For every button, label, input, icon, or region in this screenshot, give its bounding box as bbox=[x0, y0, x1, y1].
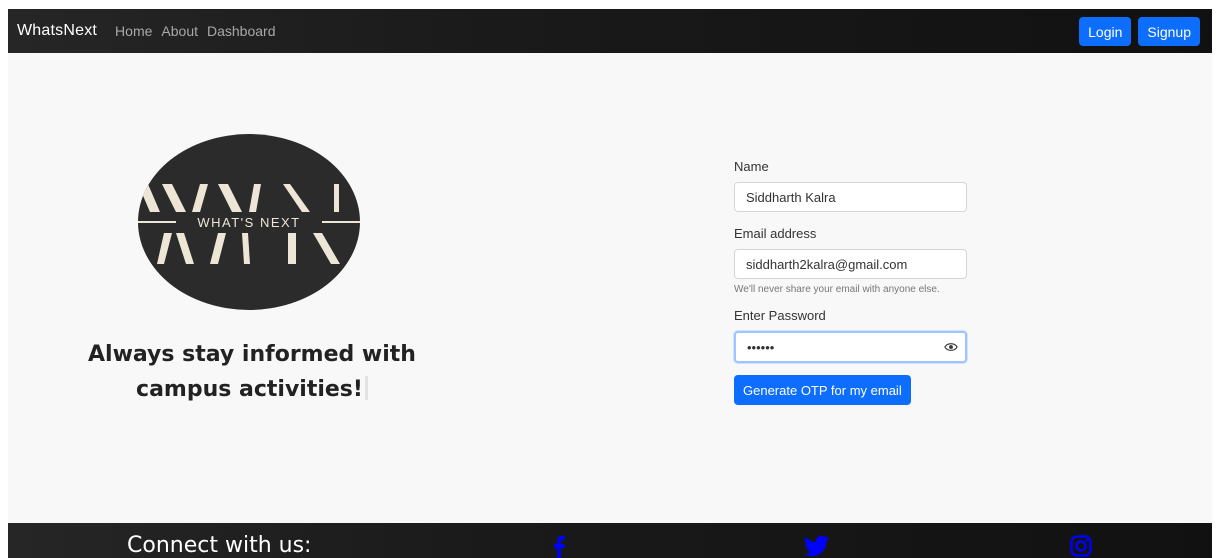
eye-icon[interactable] bbox=[944, 341, 958, 353]
signup-form: Name Email address We'll never share you… bbox=[734, 159, 968, 405]
connect-heading: Connect with us: bbox=[127, 533, 312, 558]
generate-otp-button[interactable]: Generate OTP for my email bbox=[734, 375, 911, 405]
signup-button[interactable]: Signup bbox=[1138, 17, 1200, 46]
password-field[interactable] bbox=[734, 331, 967, 363]
brand-link[interactable]: WhatsNext bbox=[17, 22, 97, 40]
tagline-line-2-wrap: campus activities! bbox=[68, 372, 436, 407]
nav-home-link[interactable]: Home bbox=[115, 23, 152, 39]
password-wrapper bbox=[734, 331, 967, 363]
facebook-icon[interactable] bbox=[552, 535, 566, 558]
whatsnext-logo: WHAT'S NEXT bbox=[138, 134, 360, 310]
email-help-text: We'll never share your email with anyone… bbox=[734, 284, 940, 295]
password-label: Enter Password bbox=[734, 308, 826, 323]
typing-caret bbox=[364, 376, 368, 400]
nav-dashboard-link[interactable]: Dashboard bbox=[207, 23, 276, 39]
login-button[interactable]: Login bbox=[1079, 17, 1132, 46]
page: WhatsNext Home About Dashboard Login Sig… bbox=[8, 9, 1212, 558]
twitter-icon[interactable] bbox=[804, 535, 830, 557]
hero-tagline: Always stay informed with campus activit… bbox=[68, 337, 436, 407]
name-label: Name bbox=[734, 159, 769, 174]
footer: Connect with us: bbox=[8, 523, 1212, 558]
nav-auth-buttons: Login Signup bbox=[1079, 17, 1200, 46]
instagram-icon[interactable] bbox=[1070, 535, 1092, 557]
nav-about-link[interactable]: About bbox=[161, 23, 198, 39]
logo-graphic: WHAT'S NEXT bbox=[138, 134, 360, 310]
navbar: WhatsNext Home About Dashboard Login Sig… bbox=[8, 9, 1212, 53]
email-label: Email address bbox=[734, 226, 817, 241]
logo-text: WHAT'S NEXT bbox=[197, 215, 300, 230]
email-field[interactable] bbox=[734, 249, 967, 279]
tagline-line-1: Always stay informed with bbox=[88, 342, 416, 367]
name-field[interactable] bbox=[734, 182, 967, 212]
tagline-line-2: campus activities! bbox=[136, 377, 363, 402]
